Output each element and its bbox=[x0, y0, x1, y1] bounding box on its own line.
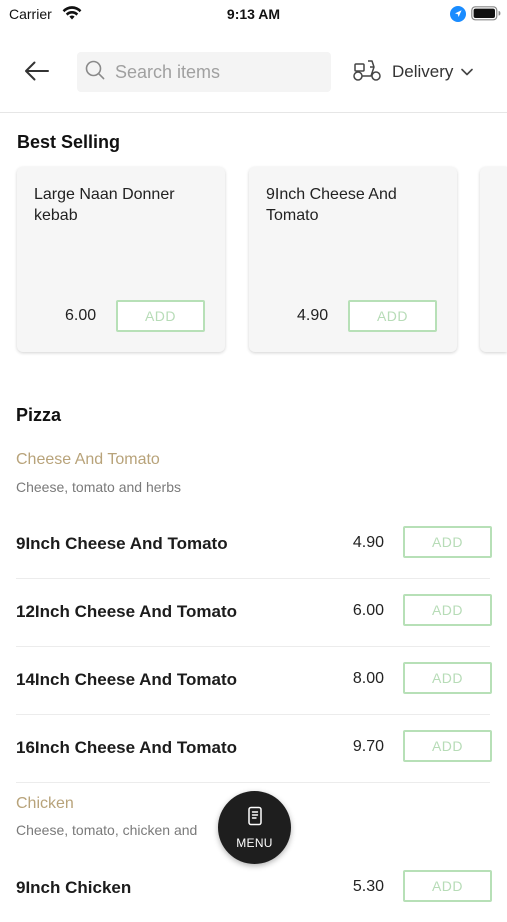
item-price: 8.00 bbox=[352, 670, 384, 687]
menu-item-row[interactable]: 9Inch Cheese And Tomato 4.90 ADD bbox=[16, 510, 492, 579]
menu-book-icon bbox=[246, 806, 264, 831]
add-button[interactable]: ADD bbox=[403, 662, 492, 694]
battery-icon bbox=[471, 6, 501, 26]
item-price: 4.90 bbox=[352, 534, 384, 551]
add-button[interactable]: ADD bbox=[403, 594, 492, 626]
arrow-left-icon bbox=[24, 61, 50, 86]
app-header: Delivery bbox=[0, 44, 507, 113]
add-button[interactable]: ADD bbox=[403, 526, 492, 558]
add-button[interactable]: ADD bbox=[403, 870, 492, 902]
best-selling-card-peek[interactable] bbox=[480, 167, 507, 352]
item-name: 12Inch Cheese And Tomato bbox=[16, 602, 238, 621]
scooter-icon bbox=[352, 58, 382, 87]
best-selling-card[interactable]: Large Naan Donner kebab 6.00 ADD bbox=[17, 167, 225, 352]
search-box[interactable] bbox=[77, 52, 331, 92]
item-price: 9.70 bbox=[352, 738, 384, 755]
chevron-down-icon bbox=[461, 63, 474, 81]
add-button[interactable]: ADD bbox=[348, 300, 437, 332]
card-item-name: Large Naan Donner kebab bbox=[34, 186, 175, 224]
best-selling-title: Best Selling bbox=[17, 132, 121, 152]
item-name: 16Inch Cheese And Tomato bbox=[16, 738, 238, 757]
item-price: 6.00 bbox=[352, 602, 384, 619]
subcategory-name: Cheese And Tomato bbox=[16, 451, 160, 468]
item-name: 9Inch Chicken bbox=[16, 878, 132, 897]
menu-item-row[interactable]: 16Inch Cheese And Tomato 9.70 ADD bbox=[16, 714, 492, 783]
card-item-price: 4.90 bbox=[297, 307, 329, 324]
location-icon bbox=[450, 6, 466, 22]
best-selling-card[interactable]: 9Inch Cheese And Tomato 4.90 ADD bbox=[249, 167, 457, 352]
search-icon bbox=[85, 60, 105, 85]
add-button[interactable]: ADD bbox=[116, 300, 205, 332]
menu-button[interactable]: MENU bbox=[218, 791, 291, 864]
subcategory-description: Cheese, tomato, chicken and bbox=[16, 822, 198, 838]
item-name: 9Inch Cheese And Tomato bbox=[16, 534, 228, 553]
pizza-title: Pizza bbox=[16, 405, 62, 425]
item-price: 5.30 bbox=[352, 878, 384, 895]
menu-item-row[interactable]: 9Inch Chicken 5.30 ADD bbox=[16, 854, 492, 922]
card-item-name: 9Inch Cheese And Tomato bbox=[266, 186, 397, 224]
menu-button-label: MENU bbox=[236, 835, 273, 850]
menu-item-row[interactable]: 14Inch Cheese And Tomato 8.00 ADD bbox=[16, 646, 492, 715]
status-bar: Carrier 9:13 AM bbox=[0, 0, 507, 28]
subcategory-description: Cheese, tomato and herbs bbox=[16, 479, 181, 495]
add-button[interactable]: ADD bbox=[403, 730, 492, 762]
delivery-selector[interactable]: Delivery bbox=[352, 58, 474, 87]
status-time: 9:13 AM bbox=[226, 6, 281, 22]
delivery-label: Delivery bbox=[392, 62, 454, 81]
back-button[interactable] bbox=[20, 58, 54, 88]
card-item-price: 6.00 bbox=[65, 307, 97, 324]
search-input[interactable] bbox=[113, 60, 317, 84]
menu-item-row[interactable]: 12Inch Cheese And Tomato 6.00 ADD bbox=[16, 578, 492, 647]
subcategory-name: Chicken bbox=[16, 795, 74, 812]
item-name: 14Inch Cheese And Tomato bbox=[16, 670, 238, 689]
